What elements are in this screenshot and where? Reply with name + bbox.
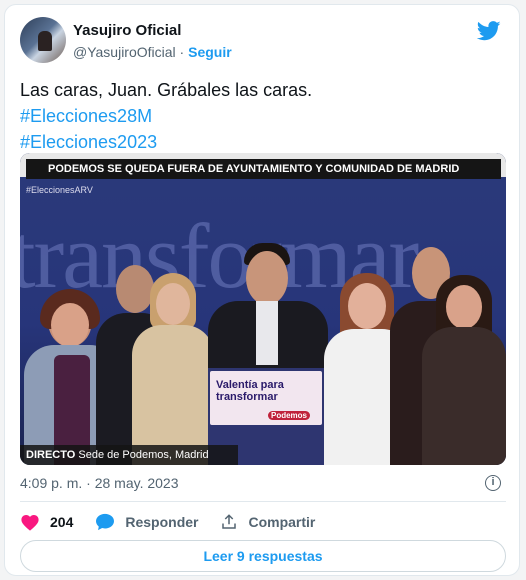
podium-sign-text: Valentía para transformar	[216, 379, 284, 403]
live-caption: DIRECTO Sede de Podemos, Madrid	[20, 445, 238, 465]
person-7	[422, 275, 506, 465]
author-handle-line: @YasujiroOficial · Seguir	[73, 44, 232, 60]
live-label: DIRECTO	[26, 449, 76, 461]
author-handle[interactable]: @YasujiroOficial	[73, 44, 176, 60]
tweet-video[interactable]: transformar PODEMOS SE QUEDA FUERA DE AY…	[20, 153, 506, 465]
tweet-card: Yasujiro Oficial @YasujiroOficial · Segu…	[4, 4, 520, 576]
live-location: Sede de Podemos, Madrid	[78, 449, 209, 461]
heart-icon	[21, 514, 39, 531]
news-banner-text: PODEMOS SE QUEDA FUERA DE AYUNTAMIENTO Y…	[48, 163, 460, 175]
share-label: Compartir	[248, 514, 316, 530]
author-name[interactable]: Yasujiro Oficial	[73, 22, 181, 39]
tweet-text: Las caras, Juan. Grábales las caras. #El…	[20, 77, 500, 155]
like-button[interactable]: 204	[20, 513, 73, 531]
overlay-hashtag: #EleccionesARV	[26, 185, 93, 195]
tweet-timestamp[interactable]: 4:09 p. m. · 28 may. 2023	[20, 475, 179, 491]
tweet-text-line: Las caras, Juan. Grábales las caras.	[20, 80, 313, 100]
avatar[interactable]	[20, 17, 66, 63]
news-banner: PODEMOS SE QUEDA FUERA DE AYUNTAMIENTO Y…	[26, 159, 501, 179]
read-replies-button[interactable]: Leer 9 respuestas	[20, 540, 506, 572]
follow-button[interactable]: Seguir	[188, 44, 232, 60]
reply-label: Responder	[125, 514, 199, 530]
share-button[interactable]: Compartir	[220, 513, 315, 531]
info-icon[interactable]: i	[485, 475, 501, 491]
speech-bubble-icon	[96, 513, 115, 531]
hashtag-link[interactable]: #Elecciones28M	[20, 103, 500, 129]
handle-separator: ·	[179, 44, 185, 60]
like-count: 204	[50, 514, 74, 530]
tweet-actions: 204 Responder Compartir	[20, 510, 337, 534]
podium-logo: Podemos	[268, 411, 311, 420]
divider	[20, 501, 506, 502]
person-3	[132, 273, 214, 465]
reply-button[interactable]: Responder	[95, 513, 198, 531]
twitter-bird-icon[interactable]	[477, 21, 501, 41]
hashtag-link[interactable]: #Elecciones2023	[20, 129, 500, 155]
share-icon	[222, 514, 237, 529]
